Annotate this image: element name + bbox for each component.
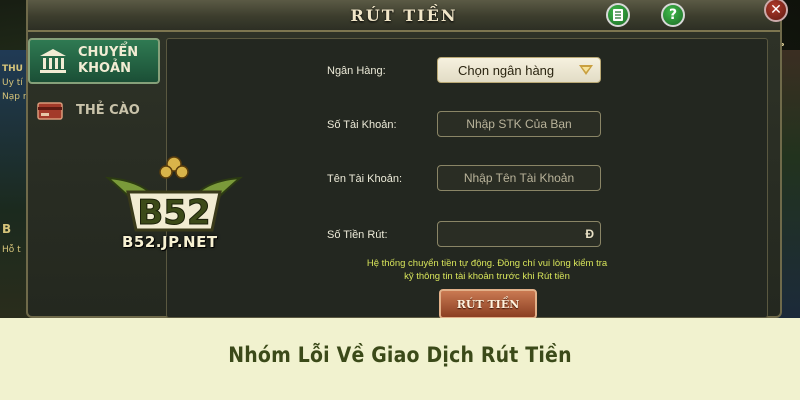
note-line: kỹ thông tin tài khoản trước khi Rút tiề… <box>404 271 570 282</box>
sidebar-item-scratch-card[interactable]: THẺ CÀO <box>28 88 160 134</box>
help-button[interactable]: ? <box>661 3 685 27</box>
close-icon: ✕ <box>770 2 782 18</box>
withdraw-note: Hệ thống chuyển tiền tự động. Đồng chí v… <box>347 257 627 283</box>
background-text: Hỗ t <box>2 245 21 255</box>
account-number-input[interactable]: Nhập STK Của Bạn <box>437 111 601 137</box>
account-number-placeholder: Nhập STK Của Bạn <box>466 117 572 131</box>
account-number-label: Số Tài Khoản: <box>327 119 397 131</box>
question-icon: ? <box>668 7 678 23</box>
background-text: Nạp n <box>2 92 29 102</box>
background-text: B <box>2 222 12 236</box>
bank-select[interactable]: Chọn ngân hàng <box>437 57 601 83</box>
amount-input[interactable]: Đ <box>437 221 601 247</box>
sidebar-item-label: CHUYỂN KHOẢN <box>78 45 138 77</box>
site-name: B52.JP.NET <box>122 233 218 251</box>
dialog-titlebar: RÚT TIỀN ? ✕ <box>28 0 788 32</box>
chevron-down-icon <box>579 65 593 75</box>
background-text: THU <box>2 64 23 74</box>
sidebar-item-label: THẺ CÀO <box>76 103 140 118</box>
bank-label: Ngân Hàng: <box>327 65 386 77</box>
bank-select-value: Chọn ngân hàng <box>458 62 555 78</box>
account-name-input[interactable]: Nhập Tên Tài Khoản <box>437 165 601 191</box>
account-name-placeholder: Nhập Tên Tài Khoản <box>463 171 575 185</box>
sidebar-label-line: CHUYỂN <box>78 45 139 60</box>
account-name-label: Tên Tài Khoản: <box>327 173 403 185</box>
bank-icon <box>36 46 70 76</box>
notes-button[interactable] <box>606 3 630 27</box>
background-text: Uy tí <box>2 78 23 88</box>
note-line: Hệ thống chuyển tiền tự động. Đồng chí v… <box>366 258 608 269</box>
card-icon <box>34 96 68 126</box>
withdraw-form: Ngân Hàng: Chọn ngân hàng Số Tài Khoản: … <box>166 38 768 319</box>
sidebar-label-line: KHOẢN <box>78 61 131 76</box>
amount-label: Số Tiền Rút: <box>327 229 388 241</box>
caption-title: Nhóm Lỗi Về Giao Dịch Rút Tiền <box>228 343 572 367</box>
sidebar-item-bank-transfer[interactable]: CHUYỂN KHOẢN <box>28 38 160 84</box>
currency-symbol: Đ <box>585 227 594 241</box>
svg-text:B52: B52 <box>137 193 210 233</box>
notes-icon <box>613 9 623 21</box>
withdraw-submit-button[interactable]: RÚT TIỀN <box>439 289 537 319</box>
